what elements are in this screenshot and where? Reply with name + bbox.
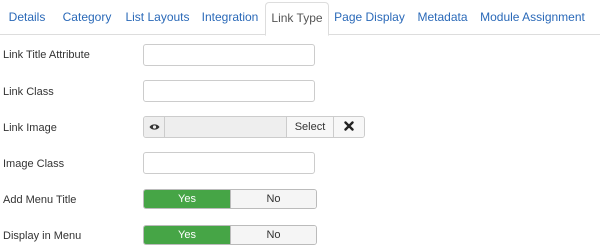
link-title-attribute-input[interactable] — [143, 44, 315, 66]
add-menu-title-toggle: Yes No — [143, 189, 317, 209]
link-image-field: Select — [143, 116, 365, 138]
add-menu-title-no-option[interactable]: No — [230, 190, 316, 208]
display-in-menu-no-option[interactable]: No — [230, 226, 316, 244]
image-class-input[interactable] — [143, 152, 315, 174]
tab-bar: Details Category List Layouts Integratio… — [0, 0, 600, 36]
tab-link-type[interactable]: Link Type — [265, 2, 329, 36]
tab-category[interactable]: Category — [54, 0, 120, 35]
link-class-label: Link Class — [3, 86, 54, 98]
link-title-attribute-label: Link Title Attribute — [3, 49, 90, 61]
add-menu-title-label: Add Menu Title — [3, 194, 77, 206]
link-image-path — [165, 117, 286, 137]
clear-image-button[interactable] — [333, 117, 364, 137]
select-image-button[interactable]: Select — [286, 117, 333, 137]
image-class-label: Image Class — [3, 158, 65, 170]
display-in-menu-yes-option[interactable]: Yes — [144, 226, 230, 244]
link-image-label: Link Image — [3, 122, 57, 134]
display-in-menu-label: Display in Menu — [3, 230, 82, 242]
tab-integration[interactable]: Integration — [195, 0, 265, 35]
tab-module-assignment[interactable]: Module Assignment — [475, 0, 590, 35]
close-icon — [344, 118, 354, 136]
link-class-input[interactable] — [143, 80, 315, 102]
tab-details[interactable]: Details — [0, 0, 54, 35]
tab-list-layouts[interactable]: List Layouts — [120, 0, 195, 35]
add-menu-title-yes-option[interactable]: Yes — [144, 190, 230, 208]
tab-metadata[interactable]: Metadata — [410, 0, 475, 35]
eye-icon[interactable] — [144, 117, 165, 137]
display-in-menu-toggle: Yes No — [143, 225, 317, 245]
tab-page-display[interactable]: Page Display — [329, 0, 410, 35]
